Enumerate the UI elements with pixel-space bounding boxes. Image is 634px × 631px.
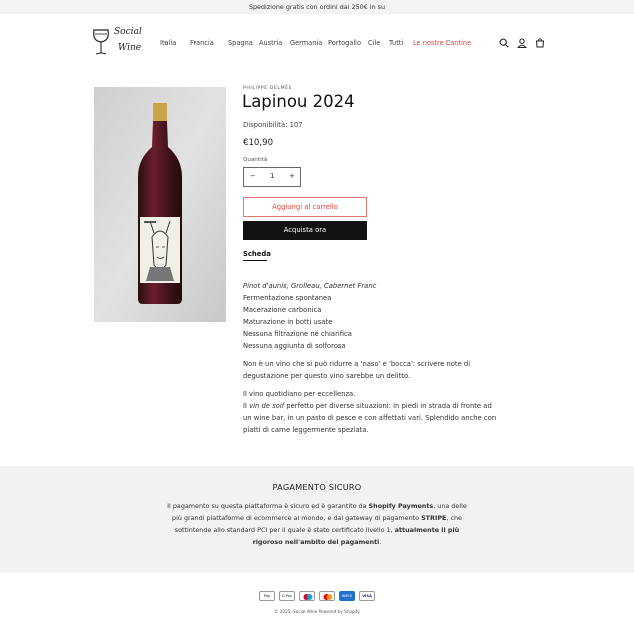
google-pay-icon: G Pay — [279, 591, 295, 601]
logo-word-wine: Wine — [118, 43, 142, 53]
text: sottintende allo standard PCI per il qua… — [174, 526, 395, 534]
desc-line: Nessuna aggiunta di solforosa — [243, 342, 346, 350]
secure-payment-section: PAGAMENTO SICURO Il pagamento su questa … — [0, 466, 634, 573]
text-bold: STRIPE — [421, 514, 447, 522]
amex-label: AMEX — [341, 594, 353, 598]
secure-payment-text-line: rigoroso nell'ambito dei pagamenti. — [0, 538, 634, 546]
secure-payment-text-line: Il pagamento su questa piattaforma è sic… — [0, 502, 634, 510]
grape-varieties: Pinot d'aunis, Grolleau, Cabernet Franc — [243, 282, 377, 290]
nav-item-spagna[interactable]: Spagna — [228, 39, 253, 47]
site-header: Social Wine Italia ⌄ Francia ⌄ Spagna Aust… — [0, 14, 634, 74]
desc-line: Nessuna filtrazione né chiarifica — [243, 330, 352, 338]
visa-icon: VISA — [359, 591, 375, 601]
desc-line: Maturazione in botti usate — [243, 318, 333, 326]
visa-label: VISA — [362, 594, 372, 598]
quantity-label: Quantità — [243, 157, 268, 163]
chevron-down-icon: ⌄ — [193, 39, 198, 45]
cart-icon[interactable] — [535, 38, 545, 48]
quantity-decrease-button[interactable]: − — [250, 172, 256, 180]
wine-glass-icon — [93, 29, 109, 55]
footer-copyright[interactable]: © 2025, Social Wine Powered by Shopify — [0, 609, 634, 614]
add-to-cart-button[interactable]: Aggiungi al carrello — [243, 197, 367, 217]
payment-methods: Pay G Pay AMEX VISA — [0, 591, 634, 601]
product-image[interactable] — [94, 87, 226, 322]
secure-payment-heading: PAGAMENTO SICURO — [272, 482, 362, 492]
nav-item-le-nostre-cantine[interactable]: Le nostre Cantine — [413, 39, 471, 47]
text: , una delle — [433, 502, 467, 510]
apple-pay-icon: Pay — [259, 591, 275, 601]
desc-line: Macerazione carbonica — [243, 306, 322, 314]
announcement-bar: Spedizione gratis con ordini dai 250€ in… — [0, 0, 634, 14]
tab-underline — [243, 260, 267, 261]
text-bold: attualmente il più — [394, 526, 460, 534]
desc-paragraph-line: Il vino quotidiano per eccellenza. — [243, 390, 356, 398]
site-logo[interactable]: Social Wine — [90, 26, 142, 60]
desc-paragraph-line: piatti di carne leggermente speziata. — [243, 426, 369, 434]
desc-emphasis: vin de soif — [249, 402, 285, 410]
text: , che — [446, 514, 462, 522]
desc-paragraph-line: Il vin de soif perfetto per diverse situ… — [243, 400, 492, 412]
availability-text: Disponibilità: 107 — [243, 121, 303, 129]
tab-scheda[interactable]: Scheda — [243, 250, 271, 258]
desc-paragraph-line: Non è un vino che si può ridurre a 'naso… — [243, 360, 471, 368]
desc-paragraph-line: degustazione per questo vino sarebbe un … — [243, 372, 411, 380]
mastercard-icon — [319, 591, 335, 601]
maestro-icon — [299, 591, 315, 601]
quantity-stepper: − 1 + — [243, 167, 301, 187]
nav-item-portogallo[interactable]: Portogallo — [328, 39, 361, 47]
google-pay-label: G Pay — [281, 594, 293, 598]
american-express-icon: AMEX — [339, 591, 355, 601]
nav-item-germania[interactable]: Germania — [290, 39, 322, 47]
desc-line: Fermentazione spontanea — [243, 294, 332, 302]
text: . — [379, 538, 382, 546]
buy-now-button[interactable]: Acquista ora — [243, 221, 367, 240]
product-price: €10,90 — [243, 138, 274, 148]
search-icon[interactable] — [499, 38, 509, 48]
secure-payment-text-line: più grandi piattaforme di ecommerce al m… — [0, 514, 634, 522]
desc-text: perfetto per diverse situazioni: in pied… — [284, 402, 492, 410]
quantity-input[interactable]: 1 — [270, 172, 274, 180]
chevron-down-icon: ⌄ — [163, 39, 168, 45]
account-icon[interactable] — [517, 38, 527, 48]
secure-payment-text-line: sottintende allo standard PCI per il qua… — [0, 526, 634, 534]
nav-item-austria[interactable]: Austria — [259, 39, 282, 47]
wine-bottle-photo — [94, 87, 226, 322]
logo-word-social: Social — [114, 27, 142, 37]
desc-paragraph-line: un wine bar, in un pasto di pesce e con … — [243, 414, 497, 422]
text: Il pagamento su questa piattaforma è sic… — [167, 502, 369, 510]
nav-item-cile[interactable]: Cile — [368, 39, 380, 47]
text: più grandi piattaforme di ecommerce al m… — [172, 514, 422, 522]
nav-item-tutti[interactable]: Tutti — [389, 39, 403, 47]
quantity-increase-button[interactable]: + — [289, 172, 295, 180]
apple-pay-label: Pay — [263, 594, 271, 598]
product-title: Lapinou 2024 — [242, 92, 355, 111]
product-vendor: PHILIPPE DELMÉE — [243, 86, 293, 91]
text-bold: rigoroso nell'ambito dei pagamenti — [252, 538, 380, 546]
text-bold: Shopify Payments — [368, 502, 434, 510]
